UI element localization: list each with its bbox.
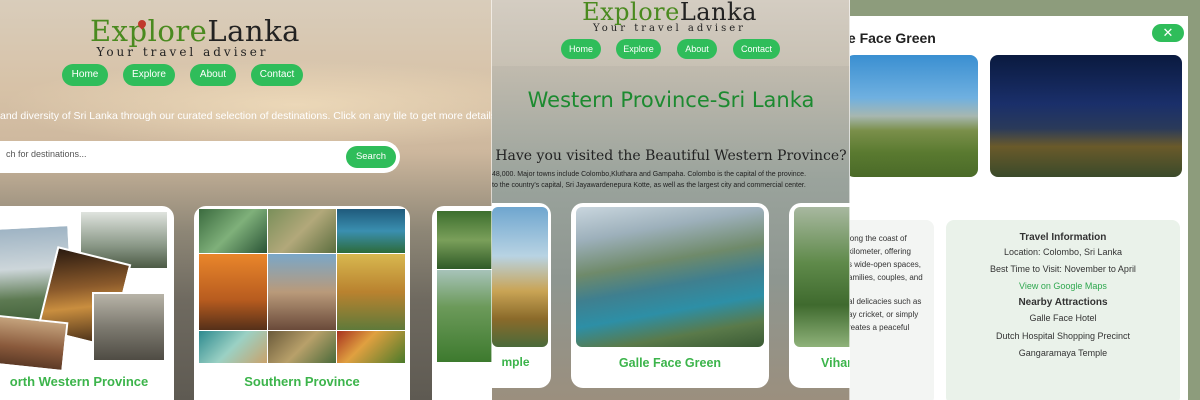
search-input[interactable]: [6, 149, 306, 159]
province-page-panel: ExploreLanka Your travel adviser Home Ex…: [492, 0, 850, 400]
logo-tagline: Your travel adviser: [96, 45, 269, 59]
description-line: ay cricket, or simply: [850, 310, 919, 319]
description-line: s wide-open spaces,: [850, 260, 921, 269]
nav-explore-button[interactable]: Explore: [123, 64, 175, 86]
close-icon[interactable]: ✕: [1152, 24, 1184, 42]
nav-about-button[interactable]: About: [677, 39, 717, 59]
description-box: long the coast of kilometer, offering s …: [850, 220, 934, 400]
nearby-attractions-heading: Nearby Attractions: [1018, 297, 1108, 308]
logo[interactable]: ExploreLanka Your travel adviser: [582, 0, 757, 34]
nearby-attraction-item: Galle Face Hotel: [1029, 313, 1097, 323]
section-subtitle: Have you visited the Beautiful Western P…: [495, 148, 847, 164]
card-image: [337, 209, 405, 253]
nav-home-button[interactable]: Home: [62, 64, 108, 86]
details-modal-panel: le Face Green ✕ long the coast of kilome…: [850, 0, 1200, 400]
card-image: [199, 209, 267, 253]
destination-card[interactable]: [432, 206, 492, 400]
destination-card-southern[interactable]: Southern Province: [194, 206, 410, 400]
details-modal: le Face Green ✕ long the coast of kilome…: [850, 16, 1188, 400]
nearby-attraction-item: Gangaramaya Temple: [1018, 348, 1108, 358]
card-image: [199, 254, 267, 330]
nearby-attraction-item: Dutch Hospital Shopping Precinct: [995, 331, 1131, 341]
modal-image-night: [990, 55, 1182, 177]
card-title: Southern Province: [244, 374, 360, 389]
card-image: [437, 270, 492, 362]
attraction-card-galle-face-green[interactable]: Galle Face Green: [571, 203, 769, 388]
attraction-card[interactable]: Vihar: [789, 203, 850, 388]
card-image: [92, 292, 166, 362]
travel-info-box: Travel Information Location: Colombo, Sr…: [946, 220, 1180, 400]
logo-tagline: Your travel adviser: [593, 23, 746, 34]
card-title: Vihar: [821, 356, 850, 370]
card-image: [337, 254, 405, 330]
google-maps-link[interactable]: View on Google Maps: [946, 281, 1180, 291]
card-title: mple: [501, 355, 530, 369]
nav-about-button[interactable]: About: [190, 64, 236, 86]
best-time-text: Best Time to Visit: November to April: [990, 264, 1136, 274]
description-line: long the coast of: [850, 234, 907, 243]
description-line: al delicacies such as: [850, 297, 922, 306]
nav-contact-button[interactable]: Contact: [251, 64, 303, 86]
search-bar: Search: [0, 141, 400, 173]
intro-text: and diversity of Sri Lanka through our c…: [0, 110, 492, 122]
card-image: [576, 207, 764, 347]
card-image: [337, 331, 405, 363]
logo-word-explore: Explore: [90, 14, 208, 48]
card-image: [0, 313, 69, 373]
description-text: 48,000. Major towns include Colombo,Klut…: [492, 171, 807, 178]
description-text: to the country's capital, Sri Jayawarden…: [492, 182, 806, 189]
card-title: orth Western Province: [9, 374, 149, 389]
page-title: Western Province-Sri Lanka: [527, 88, 815, 112]
description-line: reates a peaceful: [850, 323, 910, 332]
modal-title: le Face Green: [850, 30, 936, 46]
card-image: [268, 254, 336, 330]
destination-card-north-western[interactable]: orth Western Province: [0, 206, 174, 400]
nav-contact-button[interactable]: Contact: [733, 39, 780, 59]
card-title: Galle Face Green: [618, 356, 722, 370]
logo[interactable]: ExploreLanka Your travel adviser: [90, 14, 299, 59]
card-image: [268, 331, 336, 363]
card-image: [492, 207, 548, 347]
description-line: kilometer, offering: [850, 247, 911, 256]
travel-info-heading: Travel Information: [1019, 232, 1107, 243]
nav-home-button[interactable]: Home: [561, 39, 601, 59]
location-text: Location: Colombo, Sri Lanka: [1003, 247, 1123, 257]
attraction-card[interactable]: mple: [492, 203, 551, 388]
modal-image-day: [850, 55, 978, 177]
home-page-panel: ExploreLanka Your travel adviser Home Ex…: [0, 0, 492, 400]
logo-word-lanka: Lanka: [207, 14, 300, 48]
card-image: [268, 209, 336, 253]
search-button[interactable]: Search: [346, 146, 396, 168]
nav-explore-button[interactable]: Explore: [616, 39, 661, 59]
description-line: amilies, couples, and: [850, 273, 923, 282]
card-image: [794, 207, 850, 347]
card-image: [437, 211, 492, 269]
card-image: [199, 331, 267, 363]
